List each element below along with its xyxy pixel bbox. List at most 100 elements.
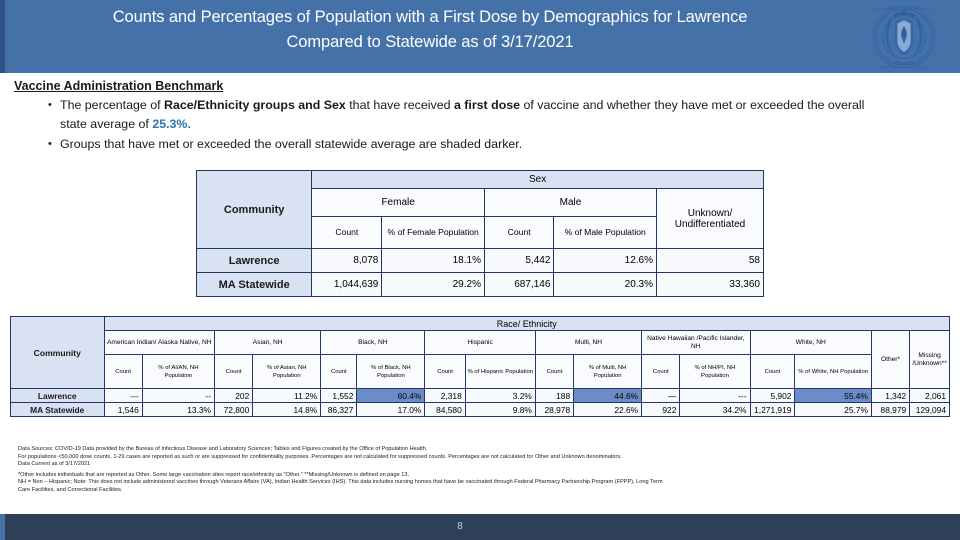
page-title-line2: Compared to Statewide as of 3/17/2021 xyxy=(286,33,574,51)
page-number: 8 xyxy=(457,521,463,532)
race-cell: 2,318 xyxy=(424,388,466,403)
sex-cell: 1,044,639 xyxy=(311,272,383,297)
bullet1-part-a: The percentage of xyxy=(60,98,165,112)
table-row-header-group: Community Race/ Ethnicity xyxy=(10,316,950,389)
race-cell-highlighted: 60.4% xyxy=(356,388,426,403)
race-subgroup-asian: Asian, NH xyxy=(213,330,322,355)
race-row-label-statewide: MA Statewide xyxy=(10,402,105,417)
race-subheader: Count xyxy=(213,354,254,389)
race-cell: 34.2% xyxy=(679,402,751,417)
state-average-value: 25.3%. xyxy=(152,117,191,131)
race-subheader: % of Multi, NH Population xyxy=(573,354,643,389)
race-cell: 13.3% xyxy=(141,402,216,417)
table-row: Lawrence 8,078 18.1% 5,442 12.6% 58 xyxy=(195,248,764,273)
race-cell: 22.6% xyxy=(573,402,643,417)
sex-demographics-table: Community Sex Female Male Unknown/ Undif… xyxy=(195,170,764,297)
svg-text:COMMONWEALTH OF MASSACHUSETTS: COMMONWEALTH OF MASSACHUSETTS xyxy=(874,7,934,11)
race-cell: 2,061 xyxy=(909,388,950,403)
page-title-line1: Counts and Percentages of Population wit… xyxy=(112,8,748,26)
sex-cell: 33,360 xyxy=(656,272,764,297)
race-cell: 9.8% xyxy=(464,402,536,417)
race-cell: 14.8% xyxy=(252,402,322,417)
footer-bar: 8 xyxy=(0,514,960,540)
bullet1-part-b: Race/Ethnicity groups and Sex xyxy=(164,98,346,112)
bullet-glyph-icon: • xyxy=(48,99,52,111)
table-row: MA Statewide 1,546 13.3% 72,800 14.8% 86… xyxy=(10,402,950,417)
sex-subheader-male-count: Count xyxy=(483,216,555,249)
race-cell: 188 xyxy=(534,388,575,403)
header-left-accent xyxy=(0,0,5,73)
race-community-header: Community xyxy=(10,316,105,389)
race-subgroup-black: Black, NH xyxy=(320,330,426,355)
race-cell: 3.2% xyxy=(464,388,536,403)
race-cell: --- xyxy=(679,388,751,403)
race-cell: --- xyxy=(103,388,143,403)
race-cell: — xyxy=(641,388,681,403)
race-subgroup-nhpi: Native Hawaiian /Pacific Islander, NH xyxy=(641,330,751,355)
sex-cell: 12.6% xyxy=(553,248,658,273)
sex-subheader-female-pct: % of Female Population xyxy=(381,216,485,249)
sex-subgroup-female: Female xyxy=(311,188,485,217)
race-subgroup-multi: Multi, NH xyxy=(534,330,643,355)
race-subgroup-hispanic: Hispanic xyxy=(424,330,536,355)
race-cell: 17.0% xyxy=(356,402,426,417)
race-group-header: Race/ Ethnicity xyxy=(103,316,950,331)
sex-cell: 5,442 xyxy=(483,248,555,273)
race-cell: 1,546 xyxy=(103,402,143,417)
table-row-subheaders: Count % of AI/AN, NH Population Count % … xyxy=(11,354,950,389)
race-cell: 1,342 xyxy=(870,388,911,403)
benchmark-bullet-2: • Groups that have met or exceeded the o… xyxy=(48,135,894,154)
race-subgroup-aian: American Indian/ Alaska Native, NH xyxy=(103,330,215,355)
table-row-header-group: Community Sex xyxy=(195,170,764,249)
race-subheader: Count xyxy=(641,354,681,389)
race-subheader: % of AI/AN, NH Population xyxy=(141,354,216,389)
race-subgroup-white: White, NH xyxy=(749,330,872,355)
race-subheader: % of Hispanic Population xyxy=(464,354,536,389)
sex-cell: 58 xyxy=(656,248,764,273)
sex-cell: 687,146 xyxy=(483,272,555,297)
race-subheader: Count xyxy=(320,354,358,389)
sex-cell: 20.3% xyxy=(553,272,658,297)
race-cell: 25.7% xyxy=(794,402,872,417)
race-subheader: Count xyxy=(749,354,796,389)
race-cell: 1,271,919 xyxy=(749,402,796,417)
race-cell: 72,800 xyxy=(213,402,254,417)
footnote-line: NH = Non – Hispanic; Note: This does not… xyxy=(18,479,663,486)
table-row: Lawrence --- -- 202 11.2% 1,552 60.4% 2,… xyxy=(10,388,950,403)
race-subgroup-other: Other* xyxy=(870,330,911,389)
race-subheader: % of Asian, NH Population xyxy=(252,354,322,389)
race-cell: 5,902 xyxy=(749,388,796,403)
race-cell-highlighted: 55.4% xyxy=(794,388,872,403)
sex-subheader-male-pct: % of Male Population xyxy=(553,216,658,249)
race-subheader: Count xyxy=(103,354,143,389)
race-cell: 86,327 xyxy=(320,402,358,417)
sex-cell: 8,078 xyxy=(311,248,383,273)
footnote-line: Data Sources: COVID-19 Data provided by … xyxy=(18,446,428,452)
bullet1-part-c: that have received xyxy=(345,98,454,112)
bullet1-part-d: a first dose xyxy=(453,98,521,112)
massachusetts-state-seal-icon: COMMONWEALTH OF MASSACHUSETTS DEPARTMENT… xyxy=(858,2,950,72)
race-row-label-lawrence: Lawrence xyxy=(10,388,105,403)
sex-group-header: Sex xyxy=(311,170,764,189)
race-subheader: % of Black, NH Population xyxy=(356,354,426,389)
page-title: Counts and Percentages of Population wit… xyxy=(30,5,830,55)
benchmark-bullet-2-text: Groups that have met or exceeded the ove… xyxy=(60,137,523,151)
benchmark-bullet-1: • The percentage of Race/Ethnicity group… xyxy=(48,96,894,134)
benchmark-heading: Vaccine Administration Benchmark xyxy=(14,79,224,93)
svg-text:DEPARTMENT OF PUBLIC HEALTH: DEPARTMENT OF PUBLIC HEALTH xyxy=(879,66,930,70)
race-cell: 84,580 xyxy=(424,402,466,417)
race-subheader: Count xyxy=(424,354,466,389)
sex-cell: 29.2% xyxy=(381,272,485,297)
race-cell: -- xyxy=(141,388,216,403)
race-cell: 129,094 xyxy=(909,402,950,417)
race-subheader: % of NH/PI, NH Population xyxy=(679,354,751,389)
race-cell: 1,552 xyxy=(320,388,358,403)
sex-row-label-lawrence: Lawrence xyxy=(195,248,313,273)
table-row: MA Statewide 1,044,639 29.2% 687,146 20.… xyxy=(195,272,764,297)
sex-row-label-statewide: MA Statewide xyxy=(195,272,313,297)
race-cell: 88,979 xyxy=(870,402,911,417)
race-cell: 202 xyxy=(213,388,254,403)
header-banner: Counts and Percentages of Population wit… xyxy=(0,0,960,73)
race-cell: 28,978 xyxy=(534,402,575,417)
table-row-subgroups: American Indian/ Alaska Native, NH Asian… xyxy=(11,330,950,389)
